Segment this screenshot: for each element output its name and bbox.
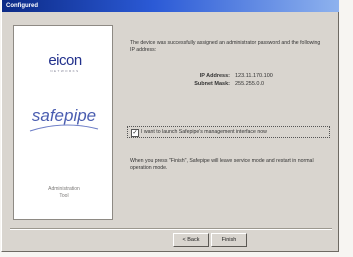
ip-address-label: IP Address: [199,73,230,79]
checkbox[interactable]: ✓ [131,129,139,137]
title-bar[interactable]: Configured [2,0,339,12]
finish-note: When you press "Finish", Safepipe will l… [130,158,314,171]
safepipe-logo: safepipe [22,102,106,136]
wizard-window: Configured eicon NETWORKS safepipe Admin… [1,0,339,252]
eicon-logo-text: eicon [48,52,82,69]
subnet-mask-value: 255.255.0.0 [235,81,265,87]
admin-tool-caption: Administration Tool [24,186,104,200]
launch-management-checkbox[interactable]: ✓ I want to launch Safepipe's management… [127,126,330,138]
branding-panel: eicon NETWORKS safepipe Administration T… [13,25,113,220]
window-title: Configured [6,3,38,9]
swoosh-icon [29,124,99,132]
success-message: The device was successfully assigned an … [130,40,321,53]
admin-caption-line2: Tool [59,193,69,199]
admin-caption-line1: Administration [48,186,80,192]
back-button[interactable]: < Back [173,233,209,247]
eicon-logo-tagline: NETWORKS [50,69,80,73]
eicon-logo: eicon NETWORKS [28,52,102,74]
button-separator [10,228,332,230]
subnet-mask-label: Subnet Mask: [194,81,230,87]
ip-address-value: 123.11.170.100 [235,73,273,79]
checkbox-label: I want to launch Safepipe's management i… [141,129,267,135]
check-icon: ✓ [132,130,138,136]
finish-button[interactable]: Finish [211,233,247,247]
